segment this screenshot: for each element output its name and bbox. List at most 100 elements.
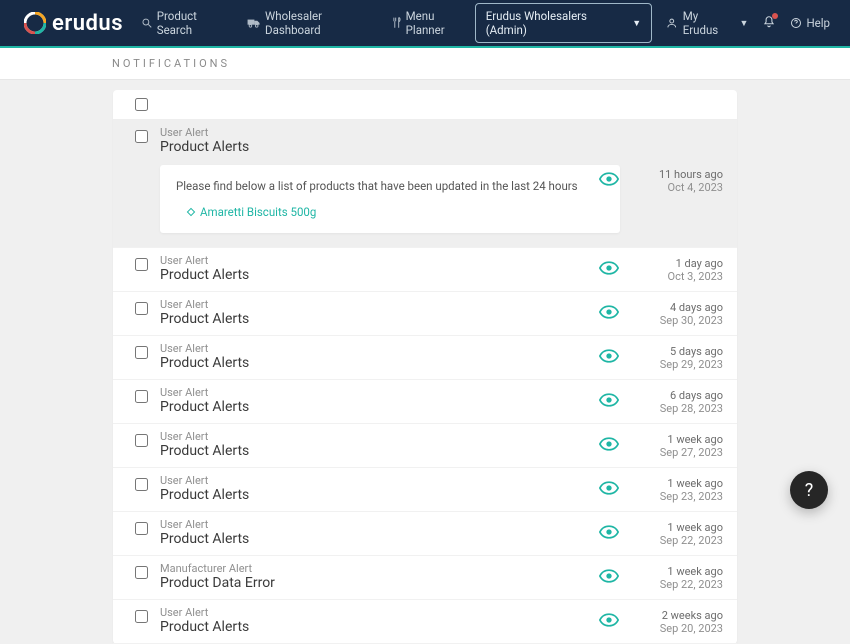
notification-meta: 6 days agoSep 28, 2023: [599, 389, 723, 415]
time-absolute: Sep 28, 2023: [643, 402, 723, 415]
notification-title: Product Data Error: [160, 575, 599, 591]
notification-time: 11 hours agoOct 4, 2023: [643, 168, 723, 194]
user-icon: [666, 17, 678, 29]
notification-dot: [772, 13, 778, 19]
notification-title: Product Alerts: [160, 531, 599, 547]
notification-checkbox[interactable]: [135, 522, 148, 535]
view-icon[interactable]: [599, 569, 619, 587]
panel-header: [113, 90, 737, 120]
notification-row[interactable]: User AlertProduct AlertsPlease find belo…: [113, 120, 737, 248]
notification-row[interactable]: User AlertProduct Alerts2 weeks agoSep 2…: [113, 600, 737, 644]
notification-time: 1 week agoSep 22, 2023: [643, 521, 723, 547]
notification-category: User Alert: [160, 430, 599, 443]
notification-time: 1 day agoOct 3, 2023: [643, 257, 723, 283]
notification-list: User AlertProduct AlertsPlease find belo…: [113, 120, 737, 644]
search-icon: [141, 17, 153, 29]
notification-meta: 1 week agoSep 22, 2023: [599, 565, 723, 591]
notification-checkbox[interactable]: [135, 130, 148, 143]
help-link[interactable]: Help: [790, 16, 830, 30]
notification-body: User AlertProduct Alerts: [160, 606, 599, 635]
my-erudus-menu[interactable]: My Erudus ▼: [666, 9, 748, 37]
view-icon[interactable]: [599, 172, 619, 190]
brand-logo[interactable]: erudus: [24, 11, 123, 36]
nav-wholesaler-dashboard[interactable]: Wholesaler Dashboard: [247, 9, 378, 37]
notification-checkbox[interactable]: [135, 302, 148, 315]
view-icon[interactable]: [599, 393, 619, 411]
time-relative: 4 days ago: [643, 301, 723, 314]
notification-meta: 2 weeks agoSep 20, 2023: [599, 609, 723, 635]
time-absolute: Sep 22, 2023: [643, 578, 723, 591]
view-icon[interactable]: [599, 437, 619, 455]
notification-body: User AlertProduct Alerts: [160, 518, 599, 547]
notification-title: Product Alerts: [160, 355, 599, 371]
notification-row[interactable]: User AlertProduct Alerts4 days agoSep 30…: [113, 292, 737, 336]
notification-time: 5 days agoSep 29, 2023: [643, 345, 723, 371]
nav-wholesaler-dashboard-label: Wholesaler Dashboard: [265, 9, 378, 37]
notification-body: User AlertProduct Alerts: [160, 298, 599, 327]
view-icon[interactable]: [599, 261, 619, 279]
notification-body: Manufacturer AlertProduct Data Error: [160, 562, 599, 591]
view-icon[interactable]: [599, 613, 619, 631]
account-switcher-label: Erudus Wholesalers (Admin): [486, 9, 627, 37]
view-icon[interactable]: [599, 525, 619, 543]
notification-category: User Alert: [160, 342, 599, 355]
help-label: Help: [806, 16, 830, 30]
notification-category: User Alert: [160, 474, 599, 487]
notification-row[interactable]: User AlertProduct Alerts 1 week agoSep 22…: [113, 512, 737, 556]
notification-row[interactable]: User AlertProduct Alerts 5 days agoSep 29…: [113, 336, 737, 380]
help-fab-label: ?: [805, 480, 814, 501]
notification-checkbox[interactable]: [135, 434, 148, 447]
notification-message-box: Please find below a list of products tha…: [160, 165, 620, 233]
time-relative: 5 days ago: [643, 345, 723, 358]
notifications-bell[interactable]: [762, 15, 776, 32]
notification-title: Product Alerts: [160, 443, 599, 459]
notification-checkbox[interactable]: [135, 346, 148, 359]
account-switcher[interactable]: Erudus Wholesalers (Admin) ▼: [475, 3, 652, 43]
notification-checkbox[interactable]: [135, 566, 148, 579]
truck-icon: [247, 17, 261, 29]
view-icon[interactable]: [599, 481, 619, 499]
notification-category: Manufacturer Alert: [160, 562, 599, 575]
notification-meta: 5 days agoSep 29, 2023: [599, 345, 723, 371]
time-absolute: Sep 22, 2023: [643, 534, 723, 547]
notification-row[interactable]: User AlertProduct Alerts1 week agoSep 27…: [113, 424, 737, 468]
time-absolute: Sep 29, 2023: [643, 358, 723, 371]
notification-body: User AlertProduct Alerts: [160, 342, 599, 371]
time-relative: 1 week ago: [643, 521, 723, 534]
time-relative: 6 days ago: [643, 389, 723, 402]
help-fab[interactable]: ?: [790, 471, 828, 509]
notification-checkbox[interactable]: [135, 258, 148, 271]
updated-product-link[interactable]: Amaretti Biscuits 500g: [200, 205, 316, 219]
notification-title: Product Alerts: [160, 399, 599, 415]
notification-title: Product Alerts: [160, 311, 599, 327]
notification-row[interactable]: User AlertProduct Alerts1 week agoSep 23…: [113, 468, 737, 512]
select-all-checkbox[interactable]: [135, 98, 148, 111]
notification-body: User AlertProduct Alerts: [160, 474, 599, 503]
notification-meta: 1 week agoSep 22, 2023: [599, 521, 723, 547]
page-title: Notifications: [112, 57, 230, 70]
page-subheader: Notifications: [0, 48, 850, 80]
notification-time: 6 days agoSep 28, 2023: [643, 389, 723, 415]
utensils-icon: [392, 17, 402, 29]
notification-meta: 1 week agoSep 27, 2023: [599, 433, 723, 459]
notification-checkbox[interactable]: [135, 390, 148, 403]
notification-row[interactable]: User AlertProduct Alerts 6 days agoSep 28…: [113, 380, 737, 424]
nav-product-search-label: Product Search: [157, 9, 234, 37]
view-icon[interactable]: [599, 349, 619, 367]
notification-body: User AlertProduct AlertsPlease find belo…: [160, 126, 599, 233]
nav-product-search[interactable]: Product Search: [141, 9, 233, 37]
notification-row[interactable]: Manufacturer AlertProduct Data Error1 we…: [113, 556, 737, 600]
brand-name: erudus: [52, 11, 123, 36]
notification-title: Product Alerts: [160, 487, 599, 503]
notification-row[interactable]: User AlertProduct Alerts1 day agoOct 3, …: [113, 248, 737, 292]
notifications-panel: User AlertProduct AlertsPlease find belo…: [113, 90, 737, 644]
nav-menu-planner[interactable]: Menu Planner: [392, 9, 475, 37]
notification-body: User AlertProduct Alerts: [160, 430, 599, 459]
notification-checkbox[interactable]: [135, 478, 148, 491]
notification-meta: 4 days agoSep 30, 2023: [599, 301, 723, 327]
view-icon[interactable]: [599, 305, 619, 323]
help-icon: [790, 17, 802, 29]
chevron-down-icon: ▼: [740, 18, 749, 29]
notification-checkbox[interactable]: [135, 610, 148, 623]
notification-body: User AlertProduct Alerts: [160, 386, 599, 415]
